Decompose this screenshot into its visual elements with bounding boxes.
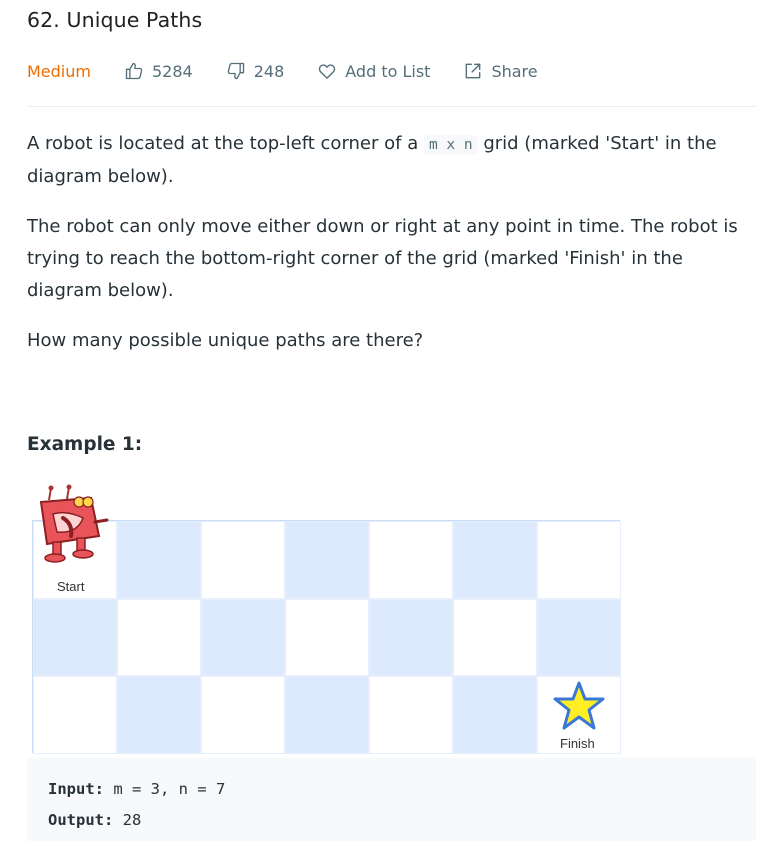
input-label: Input: [48, 780, 104, 798]
dislike-button[interactable]: 248 [226, 61, 285, 81]
grid-cell [201, 521, 285, 599]
grid-cell [33, 676, 117, 754]
grid-cell [369, 521, 453, 599]
example-io-block: Input: m = 3, n = 7 Output: 28 [27, 758, 756, 841]
dislike-count: 248 [253, 61, 285, 81]
start-label: Start [57, 578, 85, 594]
grid-cell [201, 598, 285, 677]
like-count: 5284 [151, 61, 193, 81]
problem-page: 62. Unique Paths Medium 5284 248 Add to … [0, 0, 766, 841]
example-input-line: Input: m = 3, n = 7 [48, 774, 735, 805]
grid-cell [453, 598, 537, 677]
grid-cell [117, 521, 201, 599]
header-divider [27, 106, 756, 107]
grid-cell [33, 598, 117, 677]
robot-icon [39, 484, 109, 563]
thumbs-up-icon [125, 62, 143, 80]
description-paragraph-1: A robot is located at the top-left corne… [27, 133, 717, 187]
problem-title: 62. Unique Paths [27, 8, 203, 32]
problem-description: A robot is located at the top-left corne… [27, 128, 752, 375]
grid-cell [285, 598, 369, 677]
problem-meta-bar: Medium 5284 248 Add to List Share [27, 58, 538, 84]
grid-cell [369, 676, 453, 754]
grid-cell [285, 521, 369, 599]
difficulty-badge: Medium [27, 61, 91, 81]
grid-cell [201, 676, 285, 754]
description-paragraph-2: The robot can only move either down or r… [27, 216, 738, 301]
grid-cell [453, 676, 537, 754]
output-label: Output: [48, 811, 114, 829]
like-button[interactable]: 5284 [124, 61, 193, 81]
example-title: Example 1: [27, 434, 143, 455]
inline-code-grid-size: m x n [423, 135, 478, 155]
example-grid-diagram: Start Finish [32, 520, 621, 754]
grid-cell [117, 676, 201, 754]
output-value: 28 [122, 811, 142, 829]
share-button[interactable]: Share [463, 61, 538, 81]
add-to-list-label: Add to List [345, 61, 431, 81]
input-value: m = 3, n = 7 [113, 780, 226, 798]
share-label: Share [491, 61, 538, 81]
add-to-list-button[interactable]: Add to List [317, 61, 430, 81]
grid-cell [537, 521, 621, 599]
heart-icon [319, 64, 336, 79]
grid-cell [369, 598, 453, 677]
example-output-line: Output: 28 [48, 805, 735, 836]
grid-cell [537, 598, 621, 677]
star-icon [553, 681, 605, 730]
share-icon [466, 63, 481, 79]
description-paragraph-3: How many possible unique paths are there… [27, 330, 424, 351]
grid-cell [117, 598, 201, 677]
finish-label: Finish [560, 735, 595, 751]
grid-cell [453, 521, 537, 599]
grid-cell [285, 676, 369, 754]
thumbs-down-icon [227, 62, 244, 80]
